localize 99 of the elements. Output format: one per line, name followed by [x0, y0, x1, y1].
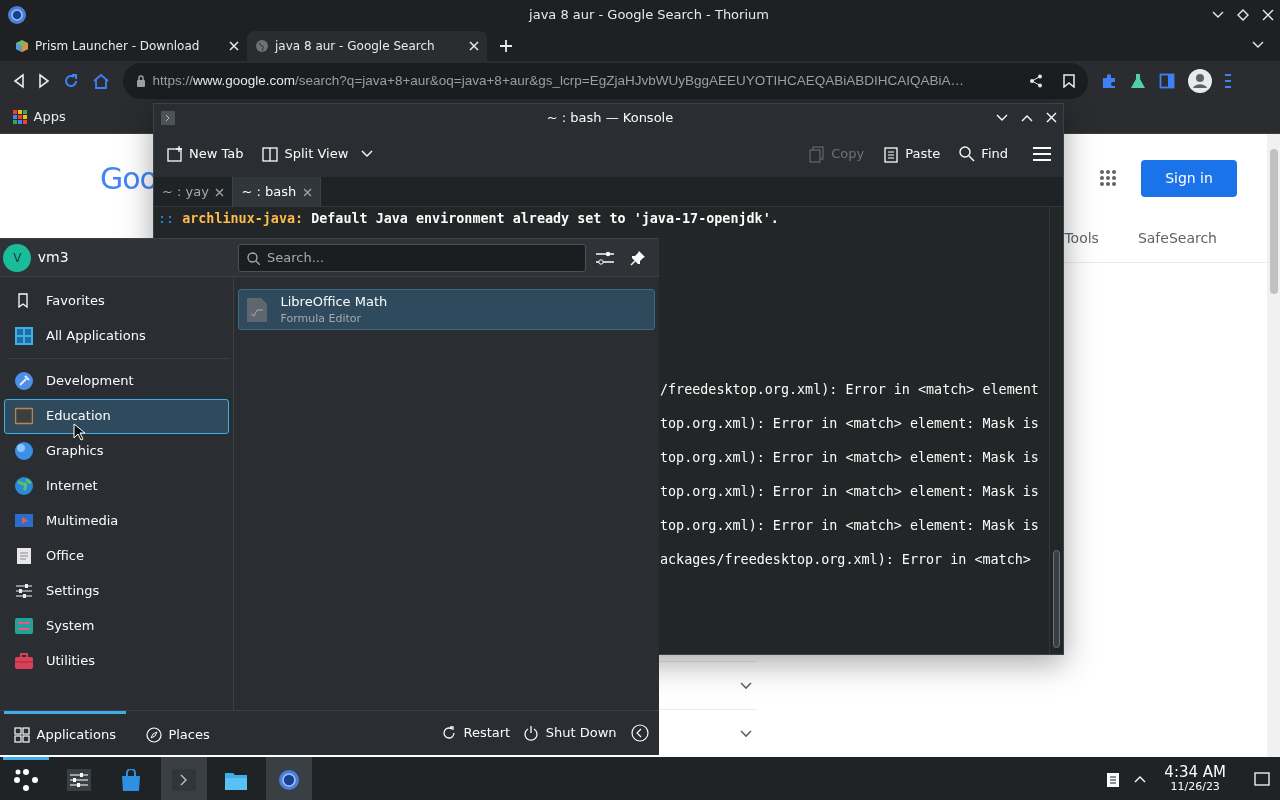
category-item[interactable]: All Applications: [4, 318, 229, 354]
back-icon[interactable]: [13, 72, 25, 89]
category-item[interactable]: Multimedia: [4, 503, 229, 539]
grid-icon: [13, 109, 27, 124]
chevron-up-icon[interactable]: [1134, 774, 1147, 783]
scrollbar[interactable]: [1267, 134, 1280, 757]
bookmark-icon[interactable]: [1063, 73, 1075, 88]
browser-tab[interactable]: Prism Launcher - Download: [6, 30, 247, 61]
category-item[interactable]: Development: [4, 363, 229, 399]
browser-logo-icon: [276, 769, 301, 791]
sliders-icon[interactable]: [596, 249, 614, 266]
document-icon: [15, 547, 33, 565]
share-icon[interactable]: [1028, 73, 1043, 88]
scrollbar[interactable]: [1049, 207, 1063, 654]
restart-icon: [440, 725, 457, 741]
toolbar-button[interactable]: Paste: [876, 140, 947, 168]
toolbar-button[interactable]: New Tab: [160, 140, 250, 168]
profile-icon[interactable]: [1188, 68, 1212, 93]
browser-logo-icon: [6, 4, 27, 25]
category-item[interactable]: System: [4, 608, 229, 644]
toolbar-button[interactable]: Split View: [256, 140, 355, 168]
chevron-down-icon[interactable]: [740, 681, 752, 690]
cube-icon: [14, 38, 29, 53]
category-item[interactable]: Office: [4, 538, 229, 574]
compass-icon: [145, 726, 162, 743]
search-icon: [958, 145, 975, 163]
power-action[interactable]: Restart: [434, 723, 517, 743]
video-icon: [15, 512, 33, 530]
home-icon[interactable]: [92, 72, 110, 89]
power-icon: [523, 725, 540, 741]
wrench-icon: [15, 372, 33, 390]
sphere-icon: [15, 442, 33, 460]
sign-in-button[interactable]: Sign in: [1141, 159, 1237, 197]
tab-list-icon[interactable]: [1251, 40, 1264, 49]
taskbar-item[interactable]: [265, 757, 312, 800]
reload-icon[interactable]: [63, 72, 79, 89]
launcher-icon: [14, 769, 39, 791]
search-icon: [247, 251, 260, 265]
flask-icon[interactable]: [1130, 72, 1146, 89]
desktop-icon[interactable]: [1254, 771, 1270, 786]
minimize-icon[interactable]: [1211, 10, 1224, 19]
new-tab-icon[interactable]: [498, 38, 513, 53]
maximize-icon[interactable]: [1236, 8, 1249, 21]
filter-link[interactable]: Tools: [1064, 228, 1099, 262]
category-item[interactable]: Favorites: [4, 283, 229, 319]
lock-icon: [136, 74, 146, 87]
forward-icon[interactable]: [38, 72, 50, 89]
category-item[interactable]: Graphics: [4, 433, 229, 469]
terminal-tab[interactable]: ~ : bash: [233, 177, 321, 207]
window-title: java 8 aur - Google Search - Thorium: [527, 5, 770, 24]
terminal-line: top.org.xml): Error in <match> element: Mask is: [660, 450, 1040, 466]
chalkboard-icon: [15, 407, 33, 425]
clipboard-icon: [882, 145, 899, 163]
new-tab-icon: [166, 145, 183, 163]
terminal-icon: [160, 110, 175, 125]
clipboard-icon[interactable]: [1106, 770, 1121, 787]
side-panel-icon[interactable]: [1159, 72, 1175, 89]
cursor-icon: [73, 423, 85, 441]
category-item[interactable]: Settings: [4, 573, 229, 609]
search-field[interactable]: Search...: [238, 243, 586, 272]
toolbar-button[interactable]: Find: [952, 140, 1014, 168]
globe-icon: [254, 38, 269, 53]
category-item[interactable]: Education: [4, 398, 229, 434]
category-item[interactable]: Utilities: [4, 643, 229, 679]
clock[interactable]: 4:34 AM 11/26/23: [1164, 764, 1226, 793]
terminal-line: ackages/freedesktop.org.xml): Error in <match>: [660, 552, 1032, 568]
terminal-line: /freedesktop.org.xml): Error in <match> element: [660, 382, 1040, 398]
menu-tab[interactable]: Places: [135, 710, 220, 756]
bookmark-item[interactable]: Apps: [13, 107, 66, 127]
panel-icon: [15, 617, 33, 635]
toolbox-icon: [15, 652, 33, 670]
puzzle-icon[interactable]: [1101, 72, 1117, 89]
close-icon[interactable]: [215, 187, 225, 197]
terminal-line: :: archlinux-java: Default Java environment already set to 'java-17-openjdk'.: [158, 211, 780, 227]
grid-icon: [14, 726, 30, 743]
app-item[interactable]: LibreOffice Math Formula Editor: [238, 289, 655, 330]
pin-icon[interactable]: [630, 249, 646, 266]
address-bar[interactable]: https://www.google.com/search?q=java+8+aur&oq=java+8+aur&gs_lcrp=EgZjaHJvbWUyBggAEEUYOTIHCAEQABiABDIHCAIQABiA…: [123, 62, 1088, 99]
split-view-icon: [262, 145, 278, 163]
url-text: https://www.google.com/search?q=java+8+aur&oq=java+8+aur&gs_lcrp=EgZjaHJvbWUyBggAEEUYOTIHCAEQABiABDIHCAIQABiA…: [152, 71, 966, 90]
user-name: vm3: [37, 248, 69, 267]
window-title: ~ : bash — Konsole: [545, 108, 675, 127]
document-icon: [245, 296, 268, 323]
terminal-line: top.org.xml): Error in <match> element: Mask is: [660, 518, 1040, 534]
chevron-down-icon[interactable]: [740, 729, 752, 738]
terminal-icon: [171, 769, 196, 791]
sliders-icon: [15, 582, 33, 600]
sliders-icon: [66, 769, 91, 791]
power-action[interactable]: Shut Down: [516, 723, 623, 743]
grid-icon: [15, 327, 33, 345]
apps-grid-icon[interactable]: [1100, 170, 1116, 187]
category-item[interactable]: Internet: [4, 468, 229, 504]
filter-link[interactable]: SafeSearch: [1137, 228, 1217, 262]
terminal-line: top.org.xml): Error in <match> element: Mask is: [660, 484, 1040, 500]
terminal-line: top.org.xml): Error in <match> element: Mask is: [660, 416, 1040, 432]
copy-icon: [808, 145, 825, 163]
globe-icon: [15, 477, 33, 495]
browser-tab[interactable]: java 8 aur - Google Search: [246, 30, 487, 61]
avatar[interactable]: V: [3, 243, 32, 272]
